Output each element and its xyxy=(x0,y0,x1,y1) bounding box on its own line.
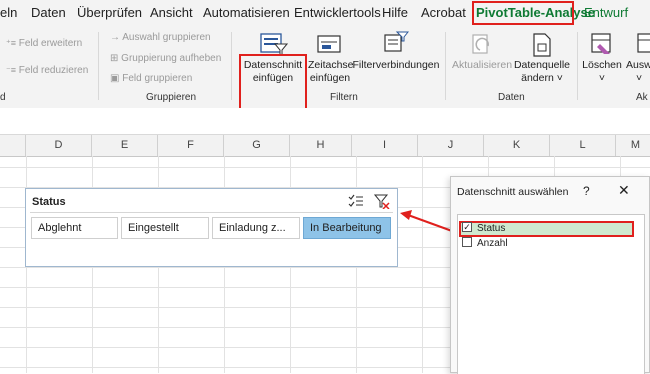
group-label-filtern: Filtern xyxy=(330,92,358,103)
column-header-row: D E F G H I J K L M xyxy=(0,135,650,157)
slicer-item-in-bearbeitung[interactable]: In Bearbeitung xyxy=(303,217,391,239)
column-header[interactable]: G xyxy=(224,135,290,156)
clear-icon xyxy=(591,33,611,54)
expand-icon: ⁺≡ xyxy=(6,38,17,48)
group-label-aktionen: Ak xyxy=(636,92,648,103)
group-label-field: d xyxy=(0,92,6,103)
clear-button[interactable]: Löschen ˅ xyxy=(582,59,622,85)
group-selection-button[interactable]: → Auswahl gruppieren xyxy=(110,32,211,43)
menu-tab-bar: eln Daten Überprüfen Ansicht Automatisie… xyxy=(0,0,650,26)
column-header[interactable]: E xyxy=(92,135,158,156)
ungroup-icon: ⊞ xyxy=(110,53,119,64)
column-header[interactable]: K xyxy=(484,135,550,156)
column-header[interactable]: I xyxy=(352,135,418,156)
tab-seitenlayout[interactable]: eln xyxy=(0,5,17,20)
change-data-source-button[interactable]: Datenquelle ändern ˅ xyxy=(512,59,572,85)
slicer-divider xyxy=(30,212,393,213)
group-label-gruppieren: Gruppieren xyxy=(146,92,197,103)
tab-hilfe[interactable]: Hilfe xyxy=(382,5,408,20)
insert-slicer-icon xyxy=(260,33,288,56)
column-header[interactable]: J xyxy=(418,135,484,156)
slicer-item-einladung[interactable]: Einladung z... xyxy=(212,217,300,239)
change-source-icon xyxy=(533,33,551,57)
arrow-right-icon: → xyxy=(110,32,120,43)
dropdown-icon: ˅ xyxy=(636,72,643,84)
multi-select-icon[interactable] xyxy=(348,194,364,208)
column-header[interactable]: L xyxy=(550,135,616,156)
group-label-daten: Daten xyxy=(498,92,525,103)
tab-ansicht[interactable]: Ansicht xyxy=(150,5,193,20)
expand-field-button[interactable]: ⁺≡ Feld erweitern xyxy=(6,38,82,49)
tab-automatisieren[interactable]: Automatisieren xyxy=(203,5,290,20)
clear-filter-icon[interactable] xyxy=(374,194,390,209)
checkbox-checked[interactable]: ✓ xyxy=(462,222,472,233)
select-button[interactable]: Auswa ˅ xyxy=(626,59,650,85)
tab-daten[interactable]: Daten xyxy=(31,5,66,20)
column-header[interactable]: D xyxy=(26,135,92,156)
annotation-arrow xyxy=(400,210,453,232)
field-item-anzahl[interactable]: Anzahl xyxy=(462,237,508,251)
select-icon xyxy=(637,33,650,53)
column-header[interactable]: M xyxy=(616,135,650,156)
insert-timeline-button[interactable]: Zeitachse einfügen xyxy=(308,59,354,85)
dropdown-icon: ˅ xyxy=(598,72,606,84)
help-icon[interactable]: ? xyxy=(583,184,590,198)
tab-entwurf[interactable]: Entwurf xyxy=(584,5,628,20)
field-item-status[interactable]: ✓ Status xyxy=(462,222,505,236)
tab-acrobat[interactable]: Acrobat xyxy=(421,5,466,20)
column-header[interactable]: F xyxy=(158,135,224,156)
dialog-title: Datenschnitt auswählen xyxy=(457,186,569,198)
column-header-c[interactable] xyxy=(0,135,26,156)
ribbon: ⁺≡ Feld erweitern ⁻≡ Feld reduzieren d →… xyxy=(0,26,650,121)
filter-connections-icon xyxy=(384,31,409,52)
formula-bar-area xyxy=(0,108,650,135)
close-icon[interactable]: ✕ xyxy=(618,182,630,199)
ribbon-separator xyxy=(577,32,578,100)
slicer-item-abglehnt[interactable]: Abglehnt xyxy=(31,217,118,239)
timeline-icon xyxy=(317,35,341,53)
insert-slicer-dialog: Datenschnitt auswählen ? ✕ ✓ Status Anzah… xyxy=(450,176,650,374)
tab-ueberpruefen[interactable]: Überprüfen xyxy=(77,5,142,20)
collapse-field-button[interactable]: ⁻≡ Feld reduzieren xyxy=(6,65,88,76)
tab-entwicklertools[interactable]: Entwicklertools xyxy=(294,5,381,20)
ribbon-separator xyxy=(445,32,446,100)
ribbon-separator xyxy=(98,32,99,100)
ungroup-button[interactable]: ⊞ Gruppierung aufheben xyxy=(110,53,221,64)
slicer-item-eingestellt[interactable]: Eingestellt xyxy=(121,217,209,239)
active-tab-highlight xyxy=(472,1,574,25)
slicer-title: Status xyxy=(32,196,66,208)
refresh-button[interactable]: Aktualisieren xyxy=(450,59,514,72)
status-slicer[interactable]: Status Abglehnt Eingestellt Einladung z.… xyxy=(25,188,398,267)
collapse-icon: ⁻≡ xyxy=(6,65,17,75)
column-header[interactable]: H xyxy=(290,135,352,156)
refresh-icon xyxy=(472,34,489,54)
filter-connections-button[interactable]: Filterverbindungen xyxy=(352,59,440,72)
group-field-icon: ▣ xyxy=(110,73,120,84)
group-field-button[interactable]: ▣ Feld gruppieren xyxy=(110,73,192,84)
checkbox-unchecked[interactable] xyxy=(462,237,472,248)
ribbon-separator xyxy=(231,32,232,100)
